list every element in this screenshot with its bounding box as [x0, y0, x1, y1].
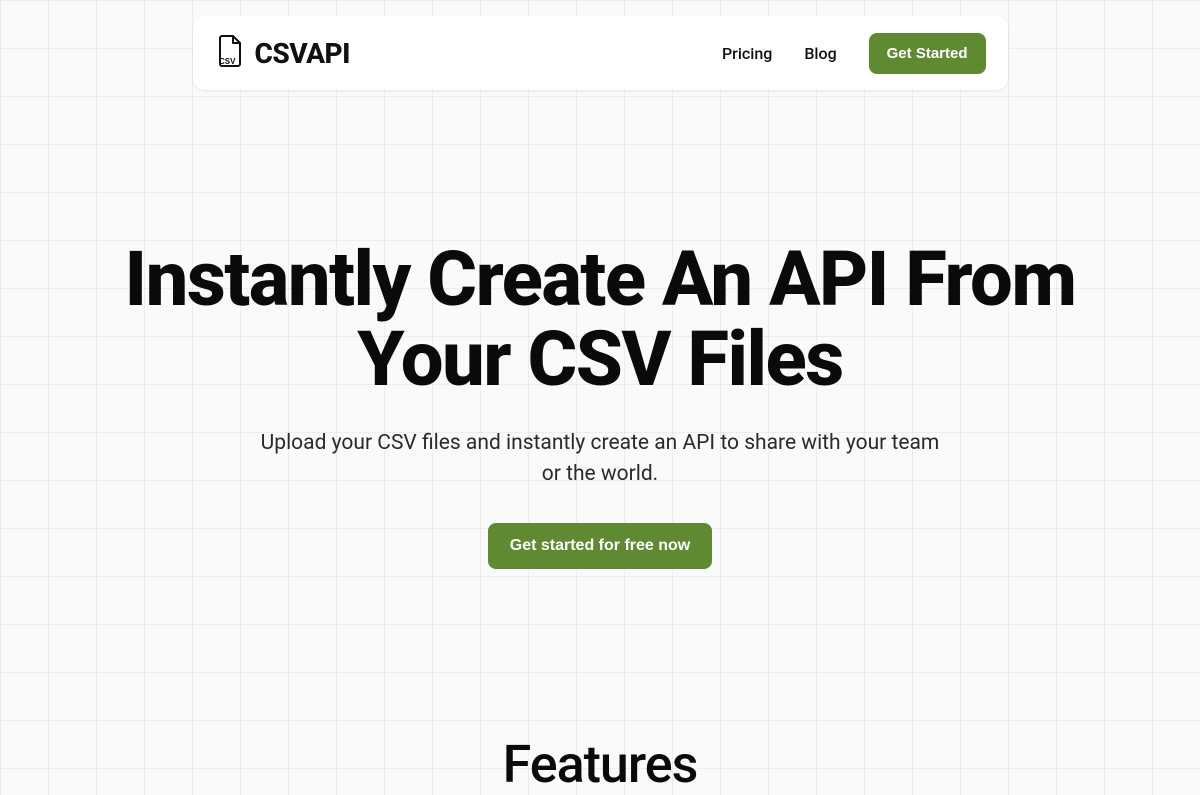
svg-text:CSV: CSV	[219, 57, 236, 66]
hero-title: Instantly Create An API From Your CSV Fi…	[60, 240, 1140, 400]
hero-cta-button[interactable]: Get started for free now	[488, 523, 712, 569]
features-heading: Features	[0, 734, 1200, 795]
csv-file-icon: CSV	[215, 34, 245, 72]
nav-link-blog[interactable]: Blog	[804, 44, 836, 63]
brand-name: CSVAPI	[255, 37, 351, 70]
hero-cta-wrap: Get started for free now	[60, 523, 1140, 569]
hero-subtitle: Upload your CSV files and instantly crea…	[260, 428, 940, 491]
nav-link-pricing[interactable]: Pricing	[722, 44, 772, 63]
navbar: CSV CSVAPI Pricing Blog Get Started	[193, 16, 1008, 90]
brand[interactable]: CSV CSVAPI	[215, 34, 351, 72]
hero-section: Instantly Create An API From Your CSV Fi…	[0, 240, 1200, 569]
get-started-button[interactable]: Get Started	[869, 33, 986, 74]
nav-links: Pricing Blog Get Started	[722, 33, 986, 74]
